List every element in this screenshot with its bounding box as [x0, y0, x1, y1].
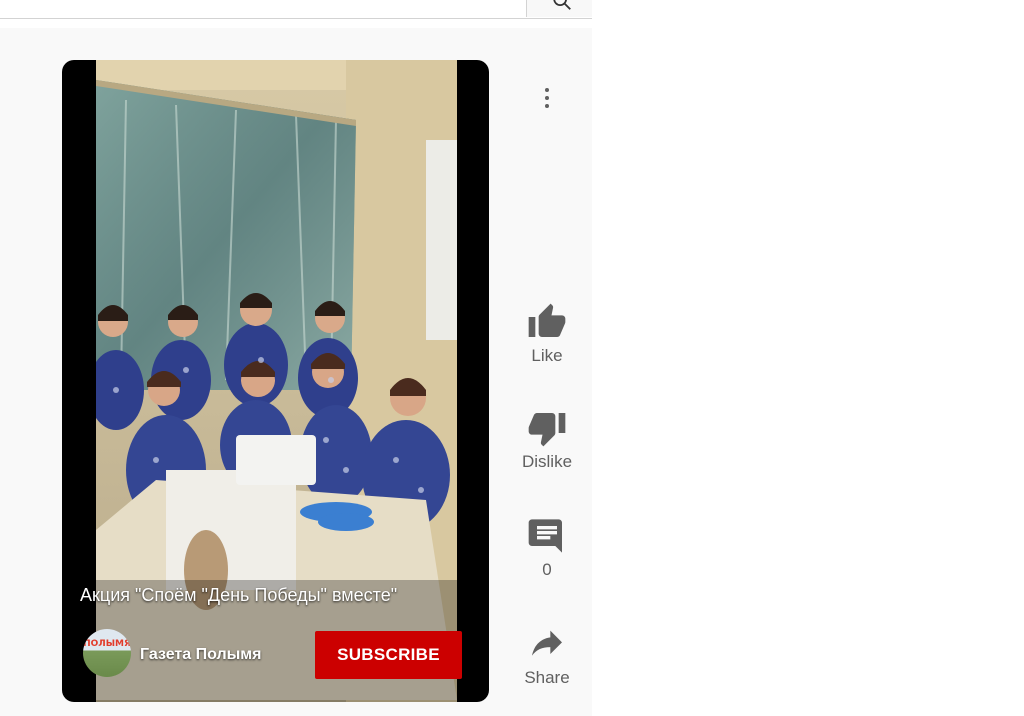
more-options-button[interactable] [535, 86, 559, 110]
channel-logo: ПОЛЫМЯ [83, 639, 131, 649]
comment-icon [528, 519, 562, 553]
subscribe-button[interactable]: SUBSCRIBE [315, 631, 462, 679]
thumb-up-icon [528, 303, 566, 337]
shorts-video-player[interactable]: Акция "Споём "День Победы" вместе" ПОЛЫМ… [62, 60, 489, 702]
search-button[interactable] [526, 0, 592, 17]
video-title[interactable]: Акция "Споём "День Победы" вместе" [80, 585, 480, 606]
comments-button[interactable]: 0 [514, 516, 580, 580]
share-label: Share [524, 668, 570, 687]
share-button[interactable]: Share [514, 624, 580, 688]
search-icon [553, 0, 571, 10]
top-search-bar [0, 0, 592, 19]
like-label: Like [531, 346, 563, 365]
more-vertical-icon [545, 88, 549, 108]
comments-count: 0 [542, 560, 552, 579]
channel-name[interactable]: Газета Полымя [140, 646, 261, 664]
like-button[interactable]: Like [514, 302, 580, 366]
dislike-label: Dislike [521, 452, 573, 471]
share-icon [532, 630, 562, 656]
thumb-down-icon [528, 413, 566, 447]
channel-avatar[interactable]: ПОЛЫМЯ [83, 629, 131, 677]
dislike-button[interactable]: Dislike [514, 408, 580, 472]
